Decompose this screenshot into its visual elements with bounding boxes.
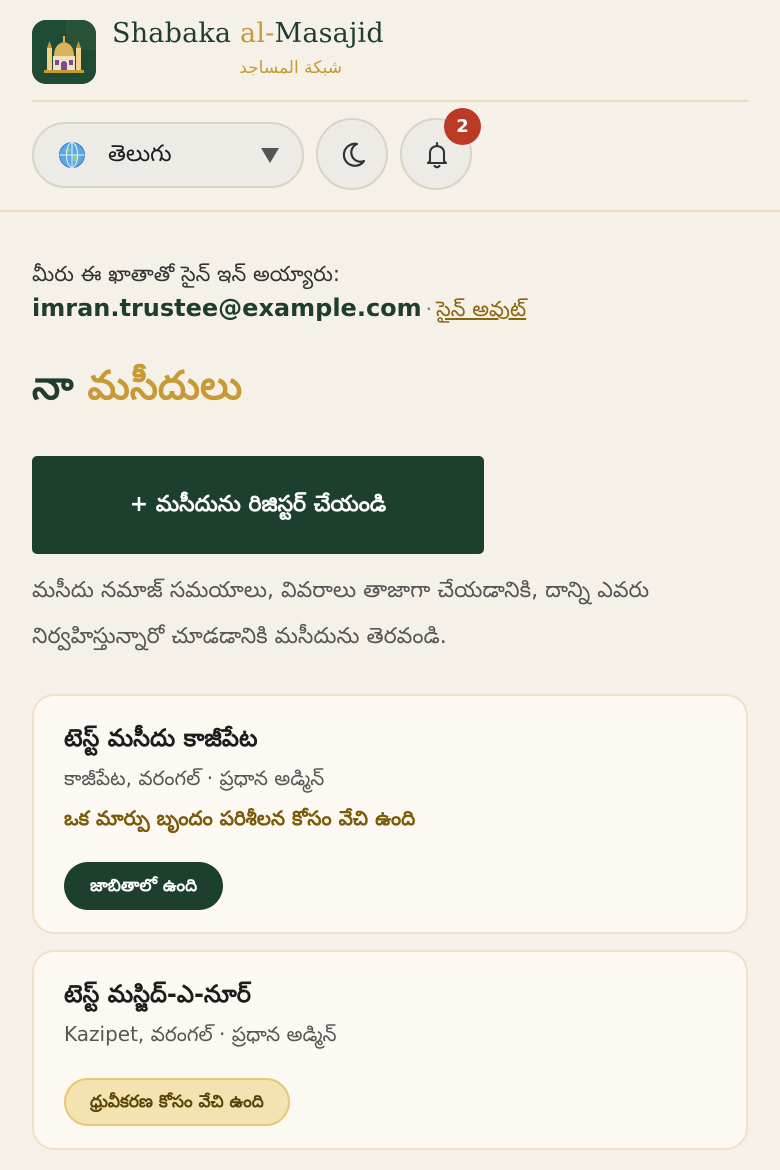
language-select-value: తెలుగు xyxy=(108,141,172,167)
moon-icon xyxy=(342,142,366,167)
mosque-card[interactable]: టెస్ట్ మస్జిద్-ఎ-నూర్ Kazipet, వరంగల్ · … xyxy=(32,950,748,1150)
status-badge-pending: ధ్రువీకరణ కోసం వేచి ఉంది xyxy=(64,1078,290,1126)
account-line: imran.trustee@example.com · సైన్ అవుట్ xyxy=(32,294,526,327)
mosque-card[interactable]: టెస్ట్ మసీదు కాజీపేట కాజీపేట, వరంగల్ · ప… xyxy=(32,694,748,934)
pending-change-note: ఒక మార్పు బృందం పరిశీలన కోసం వేచి ఉంది xyxy=(64,806,416,830)
account-separator: · xyxy=(425,297,433,321)
theme-toggle-button[interactable] xyxy=(316,118,388,190)
brand-name-prefix: Shabaka xyxy=(112,18,241,49)
signed-in-label: మీరు ఈ ఖాతాతో సైన్ ఇన్ అయ్యారు: xyxy=(32,262,340,286)
page-title-prefix: నా xyxy=(32,362,88,409)
brand-name-suffix: Masajid xyxy=(274,18,384,49)
language-select[interactable]: తెలుగు xyxy=(32,122,304,188)
mosque-logo-icon[interactable] xyxy=(32,20,96,84)
page-title: నా మసీదులు xyxy=(32,362,242,419)
brand-arabic-name: شبكة المساجد xyxy=(239,58,342,78)
account-email: imran.trustee@example.com xyxy=(32,294,422,322)
intro-text: మసీదు నమాజ్ సమయాలు, వివరాలు తాజాగా చేయడా… xyxy=(32,578,650,649)
chevron-down-icon xyxy=(261,148,279,163)
sign-out-link[interactable]: సైన్ అవుట్ xyxy=(436,297,526,321)
bell-icon xyxy=(426,141,448,169)
site-header: Shabaka al-Masajid شبكة المساجد తెలుగు 2 xyxy=(0,0,780,212)
mosque-meta: Kazipet, వరంగల్ · ప్రధాన అడ్మిన్ xyxy=(64,1022,337,1046)
mosque-name[interactable]: టెస్ట్ మసీదు కాజీపేట xyxy=(64,724,258,758)
page-title-accent: మసీదులు xyxy=(87,362,243,409)
brand-name[interactable]: Shabaka al-Masajid xyxy=(112,18,384,49)
mosque-meta: కాజీపేట, వరంగల్ · ప్రధాన అడ్మిన్ xyxy=(64,766,325,790)
register-mosque-button[interactable]: + మసీదును రిజిస్టర్ చేయండి xyxy=(32,456,484,554)
brand-name-accent: al- xyxy=(240,18,275,49)
mosque-name[interactable]: టెస్ట్ మస్జిద్-ఎ-నూర్ xyxy=(64,980,251,1014)
status-badge-listed: జాబితాలో ఉంది xyxy=(64,862,224,910)
notification-count-badge: 2 xyxy=(444,108,481,145)
header-divider xyxy=(32,100,748,102)
globe-icon xyxy=(58,141,86,169)
